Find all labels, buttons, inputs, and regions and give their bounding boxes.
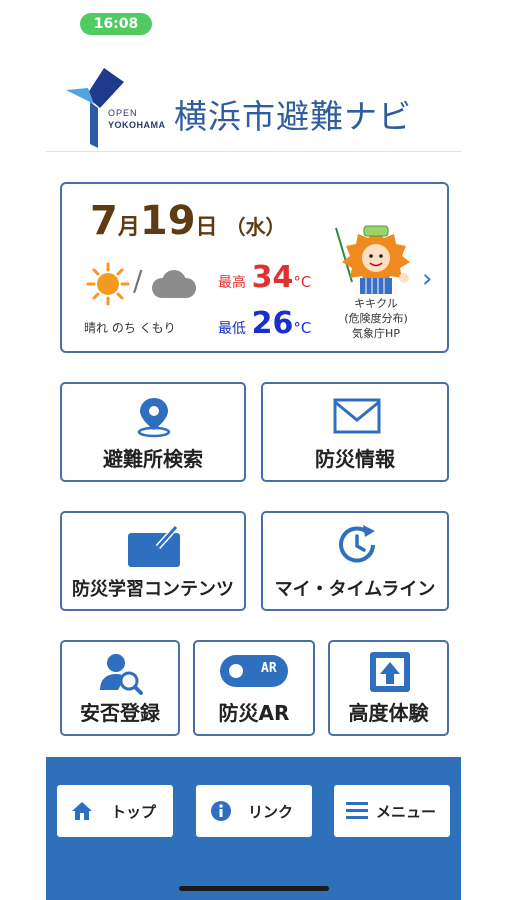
temp-low-label: 最低 [218, 321, 246, 337]
date-month-suffix: 月 [117, 215, 140, 240]
nav-top-label: トップ [111, 802, 157, 821]
nav-link-label: リンク [248, 802, 294, 821]
location-pin-icon [137, 398, 171, 438]
date-display: 7月19日 （水） [90, 198, 286, 244]
home-indicator[interactable] [179, 886, 329, 891]
app-title: 横浜市避難ナビ [174, 97, 412, 136]
logo-open-text: OPEN [108, 108, 138, 118]
home-icon [72, 802, 92, 820]
temp-low-value: 26 [251, 306, 294, 341]
temp-low-unit: °C [293, 319, 312, 337]
disaster-ar-button[interactable]: AR 防災AR [193, 640, 315, 736]
shelter-search-button[interactable]: 避難所検索 [60, 382, 246, 482]
my-timeline-button[interactable]: マイ・タイムライン [261, 511, 449, 611]
date-day-suffix: 日 [195, 215, 218, 240]
kikikuru-caption: キキクル (危険度分布) 気象庁HP [330, 296, 422, 341]
kikikuru-line2: (危険度分布) [344, 312, 408, 325]
safety-register-button[interactable]: 安否登録 [60, 640, 180, 736]
disaster-info-label: 防災情報 [315, 447, 395, 471]
my-timeline-label: マイ・タイムライン [274, 579, 436, 600]
shelter-search-label: 避難所検索 [103, 447, 203, 471]
kikikuru-line3: 気象庁HP [352, 327, 400, 340]
date-day: 19 [139, 198, 196, 244]
info-icon [211, 801, 231, 821]
cloud-icon [152, 270, 196, 298]
date-weekday: （水） [225, 215, 286, 239]
weather-card[interactable]: 7月19日 （水） / 晴れ のち くもり 最高 34°C 最低 26°C キキ… [60, 182, 449, 353]
ar-toggle-icon [220, 655, 288, 687]
disaster-info-button[interactable]: 防災情報 [261, 382, 449, 482]
chevron-right-icon[interactable]: › [422, 264, 432, 294]
temp-low: 最低 26°C [218, 306, 311, 341]
temp-high-value: 34 [251, 260, 294, 295]
hamburger-menu-icon [346, 802, 368, 819]
nav-top-button[interactable]: トップ [57, 785, 173, 837]
kikikuru-mascot-icon [335, 225, 410, 294]
altitude-experience-label: 高度体験 [348, 701, 429, 725]
weather-separator: / [133, 264, 143, 297]
bottom-nav: トップ リンク メニュー [46, 757, 461, 900]
nav-link-button[interactable]: リンク [196, 785, 312, 837]
status-time: 16:08 [80, 13, 152, 35]
forecast-text: 晴れ のち くもり [84, 321, 176, 335]
kikikuru-line1: キキクル [354, 297, 398, 310]
learning-content-button[interactable]: 防災学習コンテンツ [60, 511, 246, 611]
sun-icon [86, 262, 130, 306]
temp-high-unit: °C [293, 273, 312, 291]
altitude-experience-button[interactable]: 高度体験 [328, 640, 449, 736]
safety-register-label: 安否登録 [80, 701, 160, 725]
upload-square-icon [370, 652, 410, 692]
disaster-ar-label: 防災AR [218, 701, 290, 725]
clock-refresh-icon [339, 525, 375, 563]
temp-high: 最高 34°C [218, 260, 311, 295]
app-header: OPEN YOKOHAMA 横浜市避難ナビ [46, 52, 461, 152]
date-month: 7 [90, 198, 118, 244]
ar-badge-text: AR [261, 661, 277, 676]
nav-menu-label: メニュー [376, 802, 437, 821]
notebook-pencil-icon [128, 524, 180, 567]
temp-high-label: 最高 [218, 275, 246, 291]
learning-content-label: 防災学習コンテンツ [72, 579, 234, 600]
app-screen: 16:08 OPEN YOKOHAMA 横浜市避難ナビ 7月19日 （水） / [46, 0, 461, 900]
user-search-icon [100, 654, 143, 695]
nav-menu-button[interactable]: メニュー [334, 785, 450, 837]
logo-yokohama-text: YOKOHAMA [108, 120, 166, 130]
mail-icon [333, 398, 381, 434]
